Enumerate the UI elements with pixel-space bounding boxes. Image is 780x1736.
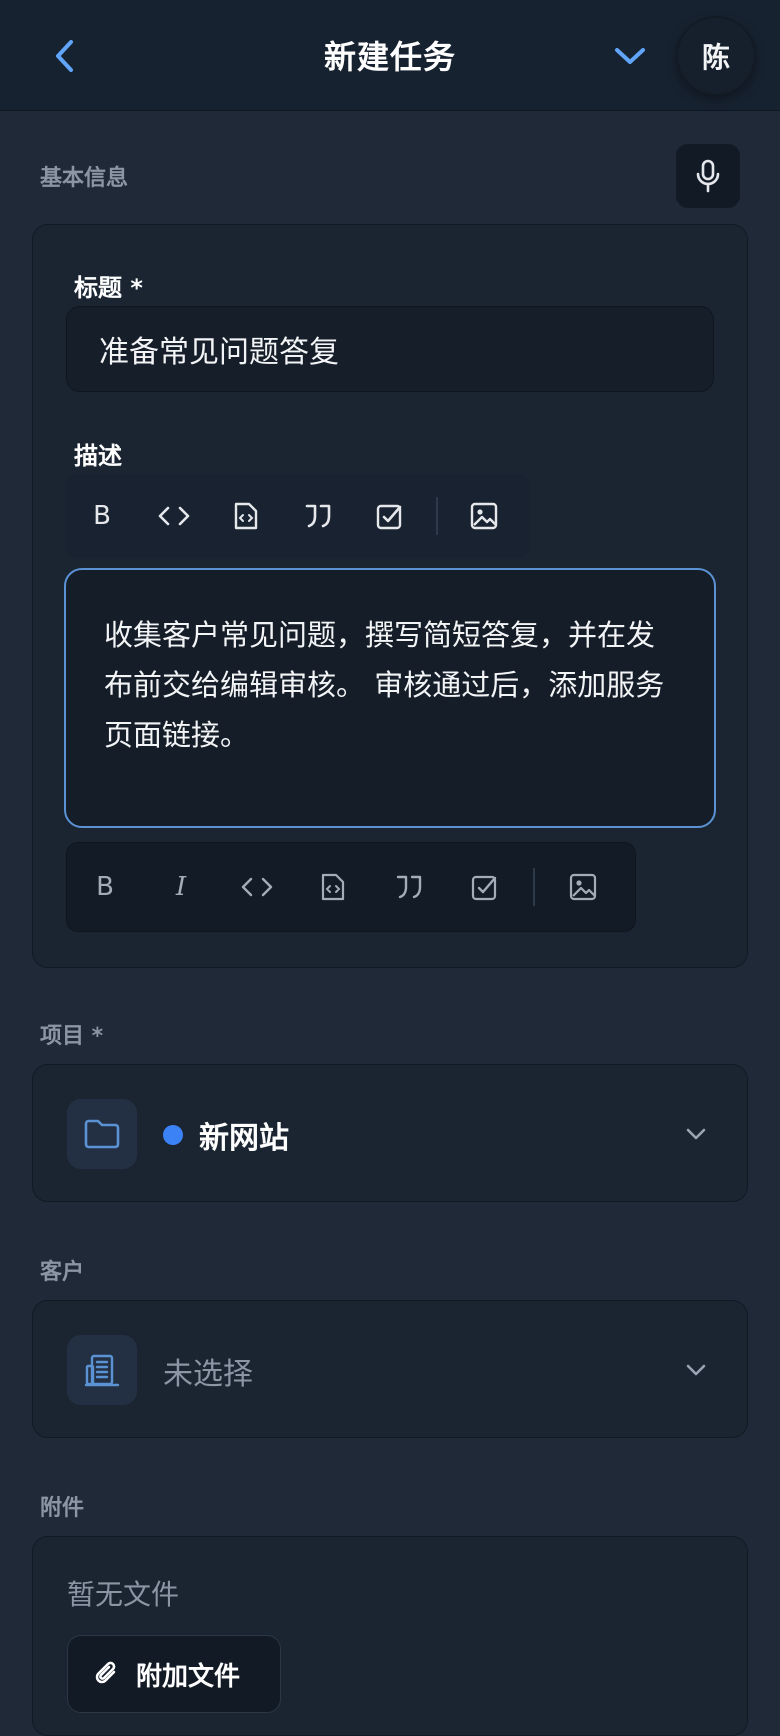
title-label: 标题 * — [74, 274, 143, 302]
section-label-client: 客户 — [40, 1260, 85, 1285]
checklist-button[interactable] — [354, 486, 426, 546]
section-label-project: 项目 * — [40, 1024, 104, 1049]
description-value: 收集客户常见问题，撰写简短答复，并在发布前交给编辑审核。 审核通过后，添加服务页… — [104, 618, 665, 752]
collapse-button[interactable] — [608, 36, 652, 76]
bold-button-bottom[interactable]: B — [67, 857, 143, 917]
project-color-dot — [163, 1125, 183, 1145]
checkbox-icon — [471, 875, 497, 901]
toolbar-separator — [436, 497, 438, 535]
bold-icon: B — [93, 501, 111, 531]
page-title: 新建任务 — [323, 38, 456, 76]
chevron-down-icon — [615, 48, 645, 64]
quote-icon — [396, 875, 422, 899]
app-header: 新建任务 陈 — [0, 0, 780, 111]
inline-code-button[interactable] — [138, 486, 210, 546]
quote-button-bottom[interactable] — [371, 857, 447, 917]
voice-input-button[interactable] — [676, 144, 740, 208]
microphone-icon — [696, 159, 720, 193]
chevron-down-icon — [686, 1364, 706, 1376]
title-input[interactable]: 准备常见问题答复 — [66, 306, 714, 392]
code-block-button[interactable] — [210, 486, 282, 546]
checkbox-icon — [376, 504, 402, 530]
formatting-toolbar-bottom: B I — [66, 842, 636, 932]
folder-icon — [84, 1119, 120, 1149]
client-icon-box — [67, 1335, 137, 1405]
client-dropdown-chevron — [679, 1353, 713, 1387]
paperclip-icon — [94, 1659, 120, 1689]
formatting-toolbar-top: B — [66, 474, 530, 558]
building-icon — [84, 1354, 120, 1387]
attach-file-label: 附加文件 — [136, 1661, 241, 1692]
image-icon — [569, 873, 597, 901]
code-file-icon — [321, 873, 345, 901]
no-files-text: 暂无文件 — [67, 1578, 180, 1611]
project-selected-value: 新网站 — [199, 1121, 289, 1156]
code-file-icon — [234, 502, 258, 530]
section-label-basic-info: 基本信息 — [40, 166, 129, 191]
quote-button[interactable] — [282, 486, 354, 546]
client-placeholder: 未选择 — [163, 1357, 253, 1392]
toolbar-separator — [533, 868, 535, 906]
project-dropdown-chevron — [679, 1117, 713, 1151]
italic-icon: I — [175, 872, 187, 902]
italic-button[interactable]: I — [143, 857, 219, 917]
insert-image-button[interactable] — [448, 486, 520, 546]
code-block-button-bottom[interactable] — [295, 857, 371, 917]
description-label: 描述 — [74, 442, 122, 470]
project-icon-box — [67, 1099, 137, 1169]
code-icon — [158, 506, 190, 526]
inline-code-button-bottom[interactable] — [219, 857, 295, 917]
chevron-down-icon — [686, 1128, 706, 1140]
checklist-button-bottom[interactable] — [447, 857, 523, 917]
title-input-value: 准备常见问题答复 — [99, 335, 339, 370]
project-select[interactable]: 新网站 — [32, 1064, 748, 1202]
attachments-card: 暂无文件 附加文件 — [32, 1536, 748, 1736]
section-label-attachments: 附件 — [40, 1496, 85, 1521]
code-icon — [241, 877, 273, 897]
bold-button[interactable]: B — [66, 486, 138, 546]
avatar[interactable]: 陈 — [678, 18, 754, 94]
quote-icon — [305, 504, 331, 528]
attach-file-button[interactable]: 附加文件 — [67, 1635, 281, 1713]
insert-image-button-bottom[interactable] — [545, 857, 621, 917]
image-icon — [470, 502, 498, 530]
description-textarea[interactable]: 收集客户常见问题，撰写简短答复，并在发布前交给编辑审核。 审核通过后，添加服务页… — [64, 568, 716, 828]
bold-icon: B — [96, 872, 114, 902]
client-select[interactable]: 未选择 — [32, 1300, 748, 1438]
